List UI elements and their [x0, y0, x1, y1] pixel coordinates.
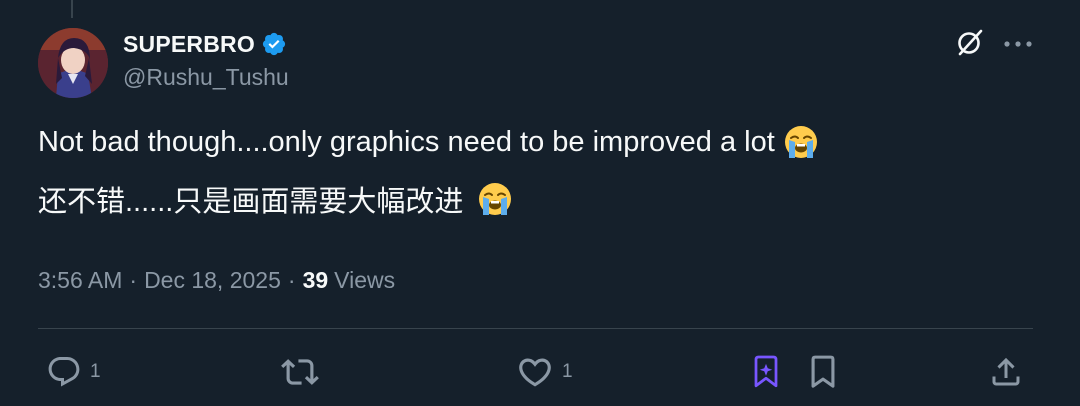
grok-slash-icon [954, 26, 986, 63]
like-button[interactable]: 1 [516, 352, 573, 392]
share-button[interactable] [988, 352, 1024, 392]
meta-separator: · [287, 266, 296, 293]
like-icon [516, 353, 554, 391]
grok-button[interactable] [952, 26, 988, 62]
tweet-text-line-2: 还不错......只是画面需要大幅改进 [38, 177, 513, 221]
tweet-text-line-1: Not bad though....only graphics need to … [38, 120, 819, 164]
grok-bookmark-button[interactable] [751, 352, 781, 392]
retweet-button[interactable] [281, 352, 327, 392]
thread-connector-line [71, 0, 73, 18]
meta-separator: · [129, 266, 138, 293]
tweet-text-english: Not bad though....only graphics need to … [38, 125, 775, 158]
author-handle[interactable]: @Rushu_Tushu [123, 64, 289, 91]
tweet-detail: SUPERBRO @Rushu_Tushu Not bad though....… [0, 0, 1080, 406]
more-options-button[interactable] [998, 26, 1038, 62]
reply-icon [46, 354, 82, 390]
loudly-crying-face-icon [783, 124, 819, 160]
grok-bookmark-icon [751, 354, 781, 390]
retweet-icon [281, 353, 319, 391]
reply-button[interactable]: 1 [46, 352, 101, 392]
like-count: 1 [562, 361, 573, 382]
tweet-date[interactable]: Dec 18, 2025 [144, 267, 281, 294]
more-icon [1003, 35, 1033, 53]
bookmark-icon [806, 353, 840, 391]
verified-badge-icon[interactable] [261, 31, 287, 57]
views-label: Views [334, 266, 396, 293]
tweet-time[interactable]: 3:56 AM [38, 267, 122, 294]
tweet-metadata: 3:56 AM · Dec 18, 2025 · 39 Views [38, 263, 395, 297]
divider [38, 328, 1033, 329]
author-name-row: SUPERBRO [123, 29, 287, 59]
avatar[interactable] [38, 28, 108, 98]
reply-count: 1 [90, 361, 101, 382]
share-icon [988, 354, 1024, 390]
loudly-crying-face-icon [477, 181, 513, 217]
views-count: 39 [302, 266, 329, 293]
bookmark-button[interactable] [806, 352, 840, 392]
author-display-name[interactable]: SUPERBRO [123, 31, 255, 58]
tweet-text-chinese: 还不错......只是画面需要大幅改进 [38, 186, 464, 218]
